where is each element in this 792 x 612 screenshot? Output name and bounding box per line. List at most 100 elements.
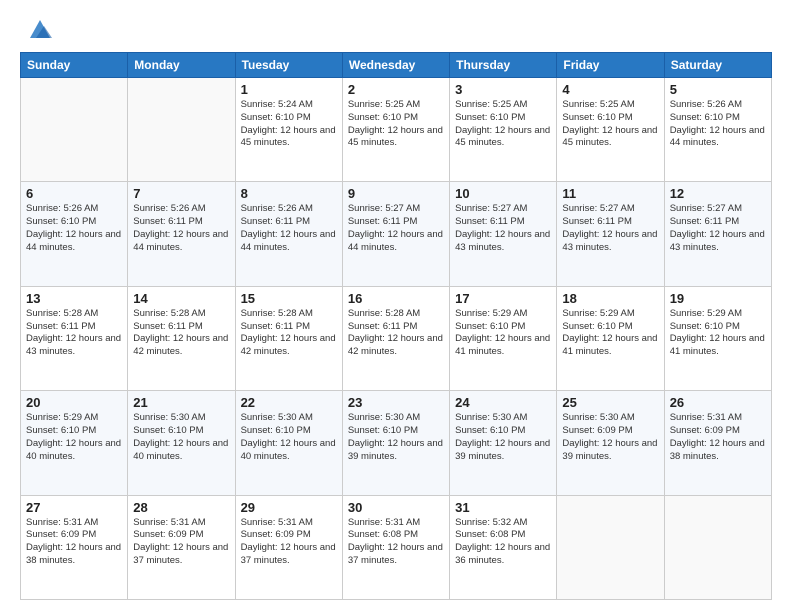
day-info: Sunrise: 5:27 AM Sunset: 6:11 PM Dayligh…	[670, 203, 766, 254]
day-number: 11	[562, 186, 658, 201]
calendar-cell: 25 Sunrise: 5:30 AM Sunset: 6:09 PM Dayli…	[557, 391, 664, 495]
day-number: 25	[562, 395, 658, 410]
day-info: Sunrise: 5:26 AM Sunset: 6:10 PM Dayligh…	[670, 99, 766, 150]
day-number: 18	[562, 291, 658, 306]
calendar-cell: 29Sunrise: 5:31 AM Sunset: 6:09 PM Dayli…	[235, 495, 342, 599]
day-info: Sunrise: 5:27 AM Sunset: 6:11 PM Dayligh…	[348, 203, 444, 254]
calendar-cell: 28Sunrise: 5:31 AM Sunset: 6:09 PM Dayli…	[128, 495, 235, 599]
calendar-cell: 6Sunrise: 5:26 AM Sunset: 6:10 PM Daylig…	[21, 182, 128, 286]
day-number: 4	[562, 82, 658, 97]
calendar-cell: 7 Sunrise: 5:26 AM Sunset: 6:11 PM Daylig…	[128, 182, 235, 286]
calendar-cell: 22 Sunrise: 5:30 AM Sunset: 6:10 PM Dayli…	[235, 391, 342, 495]
day-info: Sunrise: 5:27 AM Sunset: 6:11 PM Dayligh…	[562, 203, 658, 254]
day-info: Sunrise: 5:30 AM Sunset: 6:10 PM Dayligh…	[348, 412, 444, 463]
day-number: 15	[241, 291, 337, 306]
calendar-cell: 27 Sunrise: 5:31 AM Sunset: 6:09 PM Dayli…	[21, 495, 128, 599]
calendar-cell: 21 Sunrise: 5:30 AM Sunset: 6:10 PM Dayli…	[128, 391, 235, 495]
day-info: Sunrise: 5:27 AM Sunset: 6:11 PM Dayligh…	[455, 203, 551, 254]
weekday-header-monday: Monday	[128, 53, 235, 78]
calendar-week-5: 27 Sunrise: 5:31 AM Sunset: 6:09 PM Dayli…	[21, 495, 772, 599]
day-number: 21	[133, 395, 229, 410]
day-info: Sunrise: 5:32 AM Sunset: 6:08 PM Dayligh…	[455, 517, 551, 568]
calendar-table: SundayMondayTuesdayWednesdayThursdayFrid…	[20, 52, 772, 600]
weekday-header-row: SundayMondayTuesdayWednesdayThursdayFrid…	[21, 53, 772, 78]
day-number: 28	[133, 500, 229, 515]
day-info: Sunrise: 5:29 AM Sunset: 6:10 PM Dayligh…	[455, 308, 551, 359]
day-number: 22	[241, 395, 337, 410]
calendar-cell: 1 Sunrise: 5:24 AM Sunset: 6:10 PM Daylig…	[235, 78, 342, 182]
day-number: 9	[348, 186, 444, 201]
day-info: Sunrise: 5:29 AM Sunset: 6:10 PM Dayligh…	[670, 308, 766, 359]
day-info: Sunrise: 5:28 AM Sunset: 6:11 PM Dayligh…	[133, 308, 229, 359]
calendar-cell: 4 Sunrise: 5:25 AM Sunset: 6:10 PM Daylig…	[557, 78, 664, 182]
calendar-cell: 10 Sunrise: 5:27 AM Sunset: 6:11 PM Dayli…	[450, 182, 557, 286]
day-info: Sunrise: 5:29 AM Sunset: 6:10 PM Dayligh…	[26, 412, 122, 463]
calendar-week-4: 20 Sunrise: 5:29 AM Sunset: 6:10 PM Dayli…	[21, 391, 772, 495]
weekday-header-friday: Friday	[557, 53, 664, 78]
calendar-week-3: 13 Sunrise: 5:28 AM Sunset: 6:11 PM Dayli…	[21, 286, 772, 390]
day-info: Sunrise: 5:30 AM Sunset: 6:09 PM Dayligh…	[562, 412, 658, 463]
calendar-cell: 3Sunrise: 5:25 AM Sunset: 6:10 PM Daylig…	[450, 78, 557, 182]
calendar-cell: 15 Sunrise: 5:28 AM Sunset: 6:11 PM Dayli…	[235, 286, 342, 390]
day-info: Sunrise: 5:30 AM Sunset: 6:10 PM Dayligh…	[133, 412, 229, 463]
day-info: Sunrise: 5:24 AM Sunset: 6:10 PM Dayligh…	[241, 99, 337, 150]
day-info: Sunrise: 5:30 AM Sunset: 6:10 PM Dayligh…	[241, 412, 337, 463]
day-number: 30	[348, 500, 444, 515]
day-info: Sunrise: 5:31 AM Sunset: 6:09 PM Dayligh…	[241, 517, 337, 568]
day-number: 13	[26, 291, 122, 306]
calendar-cell: 5Sunrise: 5:26 AM Sunset: 6:10 PM Daylig…	[664, 78, 771, 182]
calendar-cell: 16Sunrise: 5:28 AM Sunset: 6:11 PM Dayli…	[342, 286, 449, 390]
calendar-cell: 12Sunrise: 5:27 AM Sunset: 6:11 PM Dayli…	[664, 182, 771, 286]
day-number: 31	[455, 500, 551, 515]
calendar-cell: 14 Sunrise: 5:28 AM Sunset: 6:11 PM Dayli…	[128, 286, 235, 390]
calendar-cell: 11 Sunrise: 5:27 AM Sunset: 6:11 PM Dayli…	[557, 182, 664, 286]
calendar-cell: 24 Sunrise: 5:30 AM Sunset: 6:10 PM Dayli…	[450, 391, 557, 495]
day-number: 16	[348, 291, 444, 306]
logo-icon	[26, 16, 54, 44]
weekday-header-tuesday: Tuesday	[235, 53, 342, 78]
day-info: Sunrise: 5:26 AM Sunset: 6:11 PM Dayligh…	[241, 203, 337, 254]
day-info: Sunrise: 5:29 AM Sunset: 6:10 PM Dayligh…	[562, 308, 658, 359]
calendar-cell: 17 Sunrise: 5:29 AM Sunset: 6:10 PM Dayli…	[450, 286, 557, 390]
day-number: 2	[348, 82, 444, 97]
calendar-week-1: 1 Sunrise: 5:24 AM Sunset: 6:10 PM Daylig…	[21, 78, 772, 182]
day-number: 19	[670, 291, 766, 306]
day-number: 24	[455, 395, 551, 410]
calendar-cell: 13 Sunrise: 5:28 AM Sunset: 6:11 PM Dayli…	[21, 286, 128, 390]
day-info: Sunrise: 5:30 AM Sunset: 6:10 PM Dayligh…	[455, 412, 551, 463]
calendar-cell: 9 Sunrise: 5:27 AM Sunset: 6:11 PM Daylig…	[342, 182, 449, 286]
calendar-cell: 8 Sunrise: 5:26 AM Sunset: 6:11 PM Daylig…	[235, 182, 342, 286]
calendar-cell: 20 Sunrise: 5:29 AM Sunset: 6:10 PM Dayli…	[21, 391, 128, 495]
day-number: 17	[455, 291, 551, 306]
day-info: Sunrise: 5:26 AM Sunset: 6:11 PM Dayligh…	[133, 203, 229, 254]
weekday-header-thursday: Thursday	[450, 53, 557, 78]
calendar-cell	[128, 78, 235, 182]
calendar-week-2: 6Sunrise: 5:26 AM Sunset: 6:10 PM Daylig…	[21, 182, 772, 286]
day-info: Sunrise: 5:31 AM Sunset: 6:09 PM Dayligh…	[26, 517, 122, 568]
day-number: 10	[455, 186, 551, 201]
weekday-header-saturday: Saturday	[664, 53, 771, 78]
day-info: Sunrise: 5:28 AM Sunset: 6:11 PM Dayligh…	[241, 308, 337, 359]
day-info: Sunrise: 5:28 AM Sunset: 6:11 PM Dayligh…	[26, 308, 122, 359]
day-number: 23	[348, 395, 444, 410]
calendar-cell: 19 Sunrise: 5:29 AM Sunset: 6:10 PM Dayli…	[664, 286, 771, 390]
calendar-cell: 26Sunrise: 5:31 AM Sunset: 6:09 PM Dayli…	[664, 391, 771, 495]
day-number: 26	[670, 395, 766, 410]
day-number: 27	[26, 500, 122, 515]
day-number: 7	[133, 186, 229, 201]
weekday-header-sunday: Sunday	[21, 53, 128, 78]
day-info: Sunrise: 5:26 AM Sunset: 6:10 PM Dayligh…	[26, 203, 122, 254]
calendar-cell	[21, 78, 128, 182]
day-number: 14	[133, 291, 229, 306]
calendar-cell: 2 Sunrise: 5:25 AM Sunset: 6:10 PM Daylig…	[342, 78, 449, 182]
day-number: 3	[455, 82, 551, 97]
day-info: Sunrise: 5:25 AM Sunset: 6:10 PM Dayligh…	[562, 99, 658, 150]
day-number: 1	[241, 82, 337, 97]
header	[20, 16, 772, 44]
day-number: 8	[241, 186, 337, 201]
calendar-cell	[664, 495, 771, 599]
day-number: 20	[26, 395, 122, 410]
calendar-cell	[557, 495, 664, 599]
calendar-cell: 23 Sunrise: 5:30 AM Sunset: 6:10 PM Dayli…	[342, 391, 449, 495]
day-info: Sunrise: 5:25 AM Sunset: 6:10 PM Dayligh…	[348, 99, 444, 150]
